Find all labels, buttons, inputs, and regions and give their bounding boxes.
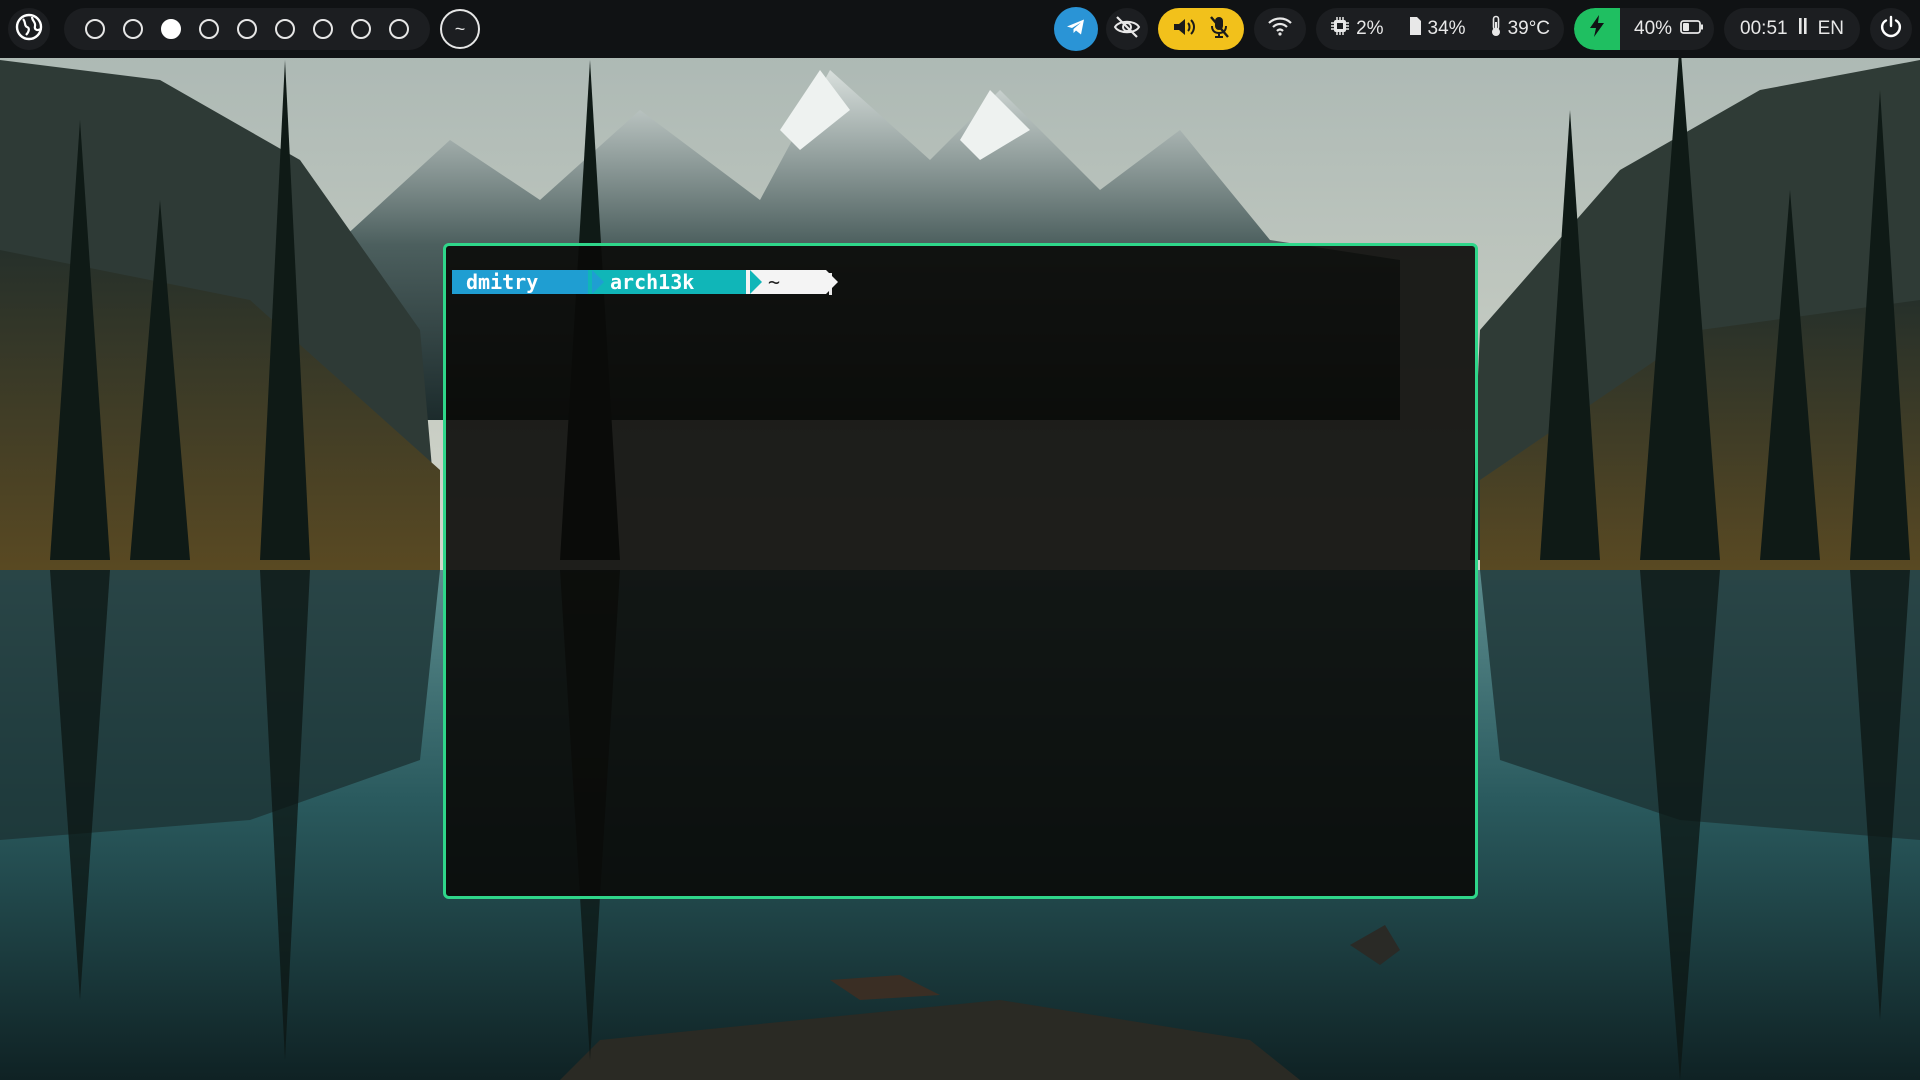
audio-controls	[1158, 8, 1245, 50]
workspace-6[interactable]	[275, 19, 295, 39]
scratchpad-label: ~	[454, 19, 466, 39]
temperature: 39°C	[1507, 18, 1551, 39]
memory-usage: 34%	[1427, 18, 1466, 39]
telegram-tray-button[interactable]	[1054, 7, 1099, 51]
workspace-1[interactable]	[85, 19, 105, 39]
bolt-icon	[1588, 14, 1606, 44]
terminal-window[interactable]: dmitry arch13k ~	[443, 243, 1478, 899]
prompt-host: arch13k	[610, 270, 695, 294]
memory-icon	[1408, 16, 1422, 42]
prompt-user: dmitry	[466, 270, 539, 294]
charging-indicator	[1574, 8, 1621, 50]
power-icon	[1879, 15, 1903, 44]
workspace-switcher	[64, 8, 430, 50]
thermometer-icon	[1490, 15, 1502, 43]
eye-off-icon	[1113, 15, 1141, 44]
workspace-7[interactable]	[313, 19, 333, 39]
cpu-usage: 2%	[1356, 18, 1384, 39]
volume-icon[interactable]	[1172, 16, 1198, 43]
system-monitor[interactable]: 2% 34% 39°C	[1316, 8, 1565, 50]
keyboard-layout: EN	[1817, 18, 1844, 39]
workspace-5[interactable]	[237, 19, 257, 39]
workspace-4[interactable]	[199, 19, 219, 39]
mic-muted-icon[interactable]	[1208, 15, 1230, 44]
pause-divider-icon	[1798, 17, 1808, 41]
prompt-dir: ~	[768, 270, 781, 294]
launcher-button[interactable]	[8, 8, 50, 50]
battery-status[interactable]: 40%	[1574, 8, 1715, 50]
wifi-icon	[1267, 16, 1293, 42]
workspace-2[interactable]	[123, 19, 143, 39]
clock-time: 00:51	[1740, 18, 1788, 39]
battery-icon	[1680, 18, 1704, 40]
wifi-button[interactable]	[1254, 8, 1307, 50]
power-button[interactable]	[1870, 8, 1912, 50]
scratchpad-button[interactable]: ~	[440, 9, 480, 49]
battery-percent: 40%	[1634, 18, 1673, 39]
workspace-9[interactable]	[389, 19, 409, 39]
arch-globe-icon	[15, 13, 43, 46]
cpu-icon	[1330, 16, 1350, 42]
top-bar: ~ 2% 34% 39°C 40% 00:51 EN	[0, 0, 1920, 58]
shell-prompt: dmitry arch13k ~	[452, 270, 838, 294]
prompt-host-segment: arch13k	[588, 270, 762, 294]
telegram-icon	[1065, 16, 1087, 43]
prompt-user-segment: dmitry	[452, 270, 604, 294]
privacy-toggle[interactable]	[1106, 8, 1149, 50]
workspace-8[interactable]	[351, 19, 371, 39]
clock-widget[interactable]: 00:51 EN	[1724, 8, 1860, 50]
workspace-3[interactable]	[161, 19, 181, 39]
